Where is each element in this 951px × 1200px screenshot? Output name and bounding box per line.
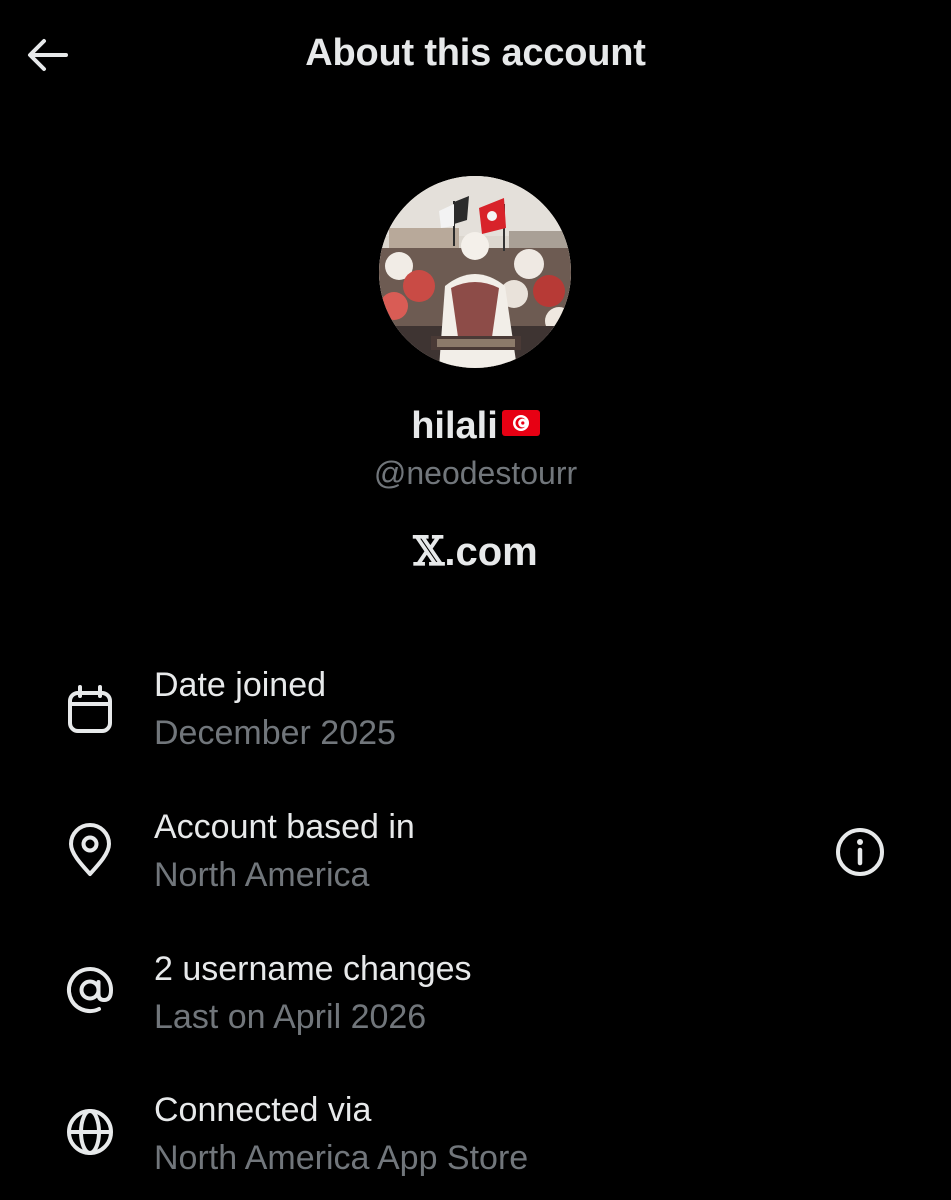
detail-row-connected-via: Connected via North America App Store — [0, 1085, 951, 1195]
detail-title: Account based in — [154, 808, 415, 846]
display-name: hilali — [0, 403, 951, 448]
tunisia-flag-icon — [501, 403, 540, 446]
top-bar: About this account — [0, 0, 951, 110]
info-button[interactable] — [834, 826, 886, 878]
detail-value: North America App Store — [154, 1139, 529, 1177]
platform-label: 𝕏.com — [0, 528, 951, 575]
account-handle: @neodestourr — [373, 455, 578, 491]
detail-value: December 2025 — [154, 714, 396, 752]
detail-row-username-changes: 2 username changes Last on April 2026 — [0, 944, 951, 1054]
calendar-icon — [68, 685, 112, 733]
platform-suffix: .com — [444, 530, 538, 574]
x-logo-icon: 𝕏 — [413, 528, 445, 575]
info-icon — [836, 828, 884, 876]
detail-row-date-joined: Date joined December 2025 — [0, 660, 951, 770]
detail-value: Last on April 2026 — [154, 998, 427, 1036]
display-name-text: hilali — [411, 405, 498, 447]
globe-icon — [67, 1109, 113, 1155]
detail-title: Date joined — [154, 666, 327, 704]
detail-title: 2 username changes — [154, 950, 472, 988]
at-sign-icon — [67, 967, 114, 1013]
detail-row-account-location: Account based in North America — [0, 802, 951, 912]
avatar-photo — [379, 176, 571, 368]
detail-value: North America — [154, 856, 370, 894]
page-title: About this account — [305, 32, 646, 74]
avatar[interactable] — [379, 176, 571, 368]
location-pin-icon — [69, 823, 111, 876]
detail-title: Connected via — [154, 1091, 372, 1129]
